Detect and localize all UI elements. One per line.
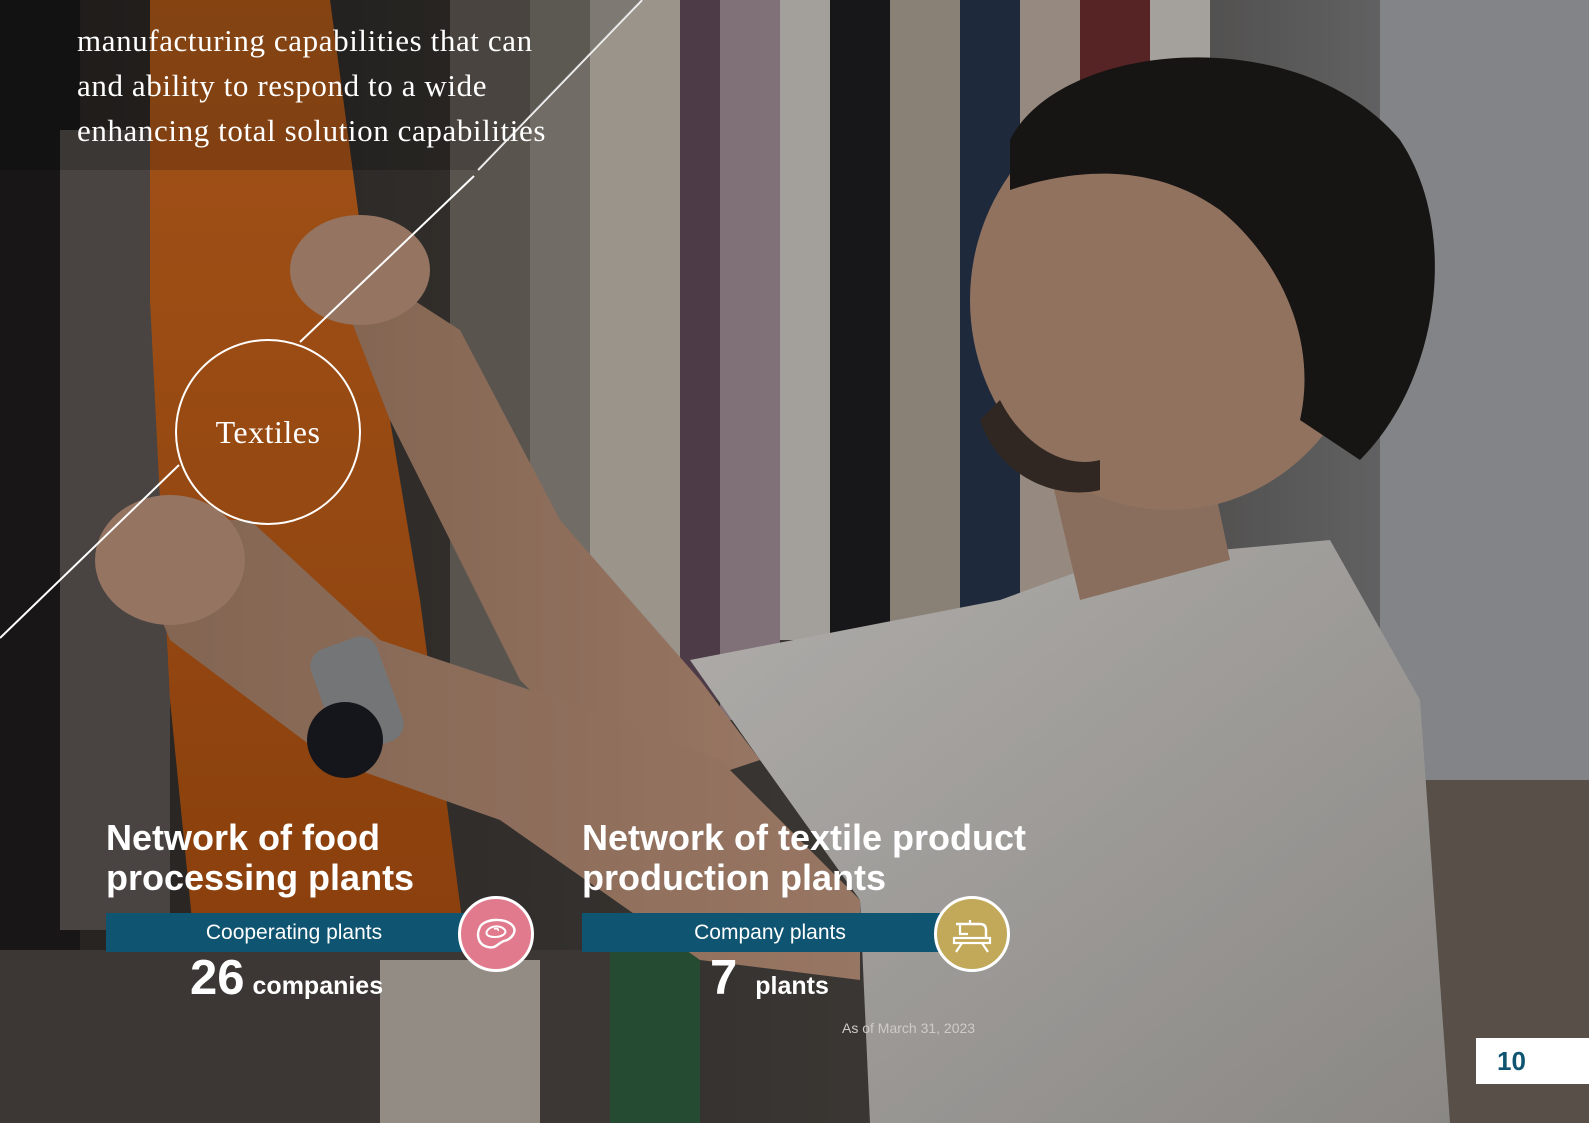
intro-line: manufacturing capabilities that can [77,23,533,58]
food-plants-bar: Cooperating plants [106,913,482,952]
textile-bar-label: Company plants [694,920,846,944]
intro-text: manufacturing capabilities that can and … [77,18,637,153]
food-heading-line1: Network of food [106,817,380,858]
section-badge: Textiles [175,339,361,525]
intro-line: and ability to respond to a wide [77,68,488,103]
textile-plants-count: 7 [710,951,738,1005]
textile-heading-line1: Network of textile product [582,817,1027,858]
as-of-date: As of March 31, 2023 [842,1020,976,1036]
food-heading-line2: processing plants [106,857,415,898]
intro-line: enhancing total solution capabilities [77,113,547,148]
textile-plants-block: Network of textile product production pl… [582,818,1026,1005]
textile-plants-unit: plants [755,972,829,1000]
sewing-machine-icon [934,896,1010,972]
food-plants-count: 26 [190,951,245,1005]
meat-icon [458,896,534,972]
food-plants-unit: companies [252,972,384,1000]
food-bar-label: Cooperating plants [205,920,383,944]
textile-heading-line2: production plants [582,857,886,898]
textile-plants-bar: Company plants [582,913,958,952]
food-plants-stat: 26 companies [190,950,383,1006]
page-number: 10 [1476,1038,1589,1084]
textile-plants-heading: Network of textile product production pl… [582,818,1026,898]
textile-plants-stat: 7 plants [710,950,829,1006]
food-plants-block: Network of food processing plants Cooper… [106,818,534,1005]
section-badge-label: Textiles [215,413,321,450]
food-plants-heading: Network of food processing plants [106,818,414,898]
